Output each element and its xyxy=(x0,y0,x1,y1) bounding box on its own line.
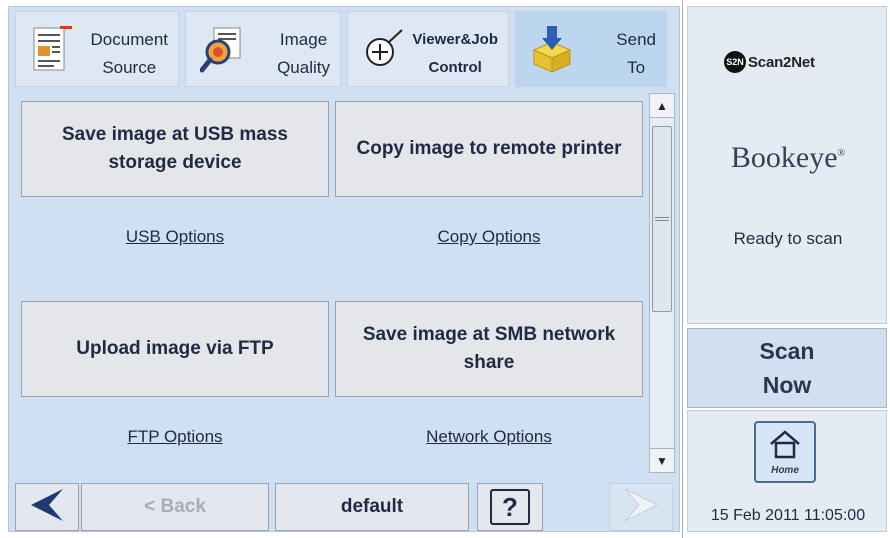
copy-printer-button[interactable]: Copy image to remote printer xyxy=(335,101,643,197)
home-button[interactable]: Home xyxy=(754,421,816,483)
status-text: Ready to scan xyxy=(733,229,843,248)
home-label: Home xyxy=(771,464,799,476)
tab-document-source[interactable]: Document Source xyxy=(15,11,179,87)
grip-icon xyxy=(655,217,669,221)
datetime: 15 Feb 2011 11:05:00 xyxy=(710,507,866,524)
tab-image-quality[interactable]: Image Quality xyxy=(185,11,341,87)
tab-label: Image Quality xyxy=(277,30,330,77)
previous-arrow-button[interactable] xyxy=(15,483,79,531)
home-icon xyxy=(768,429,802,464)
home-panel: Home 15 Feb 2011 11:05:00 xyxy=(687,410,887,532)
next-arrow-button[interactable] xyxy=(609,483,673,531)
arrow-left-icon xyxy=(27,487,67,528)
main-panel: Document Source Image Quality Viewer&Job… xyxy=(8,6,680,532)
app-window: Document Source Image Quality Viewer&Job… xyxy=(0,0,890,538)
triangle-up-icon: ▲ xyxy=(656,98,668,113)
scroll-down-button[interactable]: ▼ xyxy=(650,448,674,472)
side-panel: S2N Scan2Net Bookeye® Ready to scan Scan… xyxy=(682,0,890,538)
send-box-icon xyxy=(530,26,574,74)
question-mark-icon: ? xyxy=(490,489,530,525)
arrow-right-icon xyxy=(621,487,661,528)
document-icon xyxy=(30,26,74,74)
scan2net-logo: S2N Scan2Net xyxy=(724,51,815,73)
tab-send-to[interactable]: Send To xyxy=(515,11,667,87)
help-button[interactable]: ? xyxy=(477,483,543,531)
usb-options-link[interactable]: USB Options xyxy=(21,227,329,247)
scrollbar[interactable]: ▲ ▼ xyxy=(649,93,675,473)
tab-label: Document Source xyxy=(90,30,168,77)
scan2net-logo-text: Scan2Net xyxy=(748,53,815,71)
scan2net-logo-mark: S2N xyxy=(724,51,746,73)
tab-label: Send To xyxy=(616,30,656,77)
network-options-link[interactable]: Network Options xyxy=(335,427,643,447)
tab-viewer-job-control[interactable]: Viewer&Job Control xyxy=(347,11,509,87)
tab-label: Viewer&Job Control xyxy=(412,31,498,76)
status-panel: S2N Scan2Net Bookeye® Ready to scan xyxy=(687,6,887,324)
save-smb-button[interactable]: Save image at SMB network share xyxy=(335,301,643,397)
ftp-options-link[interactable]: FTP Options xyxy=(21,427,329,447)
magnifier-icon xyxy=(199,26,244,74)
scroll-up-button[interactable]: ▲ xyxy=(650,94,674,118)
back-button[interactable]: < Back xyxy=(81,483,269,531)
scan-now-button[interactable]: Scan Now xyxy=(687,328,887,408)
send-options-area: Save image at USB mass storage device Co… xyxy=(15,93,645,477)
zoom-out-icon xyxy=(362,26,406,74)
default-profile-button[interactable]: default xyxy=(275,483,469,531)
bookeye-logo: Bookeye® xyxy=(730,141,846,174)
copy-options-link[interactable]: Copy Options xyxy=(335,227,643,247)
scroll-thumb[interactable] xyxy=(652,126,672,312)
save-usb-button[interactable]: Save image at USB mass storage device xyxy=(21,101,329,197)
upload-ftp-button[interactable]: Upload image via FTP xyxy=(21,301,329,397)
triangle-down-icon: ▼ xyxy=(656,453,668,468)
